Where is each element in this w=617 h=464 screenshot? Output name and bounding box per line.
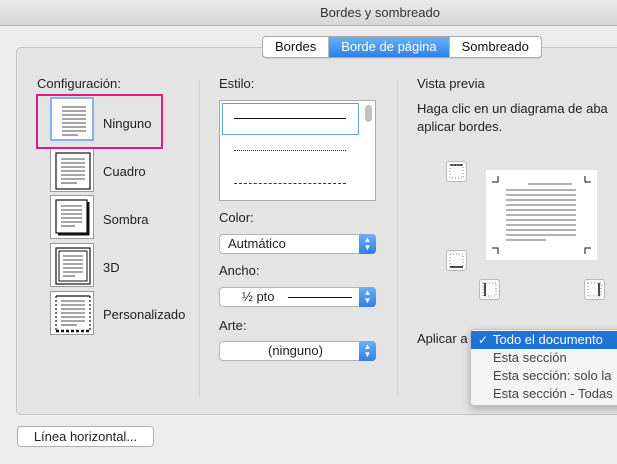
- width-value: ½ pto: [242, 289, 275, 304]
- selection-highlight: [36, 94, 163, 149]
- top-border-icon: [449, 164, 464, 179]
- width-line-sample: [288, 297, 352, 298]
- setting-personalizado[interactable]: [50, 291, 94, 335]
- preview-instructions-line2: aplicar bordes.: [417, 119, 503, 134]
- setting-label-sombra: Sombra: [103, 212, 149, 227]
- settings-heading: Configuración:: [37, 76, 121, 91]
- column-divider: [397, 80, 398, 396]
- page-shadow-border-icon: [55, 199, 90, 236]
- art-popup[interactable]: (ninguno) ▲ ▼: [219, 341, 376, 361]
- setting-sombra[interactable]: [50, 195, 94, 239]
- style-heading: Estilo:: [219, 76, 255, 91]
- right-border-icon: [587, 282, 602, 297]
- style-solid-line[interactable]: [234, 118, 346, 119]
- preview-page-drawing: [492, 176, 591, 254]
- setting-cuadro[interactable]: [50, 148, 94, 192]
- setting-label-personalizado: Personalizado: [103, 307, 186, 322]
- color-popup[interactable]: Autmático ▲ ▼: [219, 234, 376, 254]
- page-box-border-icon: [55, 152, 91, 190]
- tab-borde-de-pagina[interactable]: Borde de página: [328, 37, 449, 57]
- column-divider: [199, 80, 200, 396]
- width-label: Ancho:: [219, 263, 260, 278]
- style-scrollbar[interactable]: [364, 103, 373, 198]
- setting-label-cuadro: Cuadro: [103, 164, 146, 179]
- chevron-updown-icon: ▲ ▼: [359, 234, 376, 254]
- apply-option-esta-seccion[interactable]: Esta sección: [471, 349, 617, 367]
- apply-to-dropdown-menu[interactable]: ✓ Todo el documento Esta sección Esta se…: [470, 329, 617, 406]
- horizontal-line-button[interactable]: Línea horizontal...: [17, 426, 154, 447]
- setting-3d[interactable]: [50, 243, 94, 287]
- color-value: Autmático: [228, 236, 286, 251]
- apply-option-todo-el-documento[interactable]: ✓ Todo el documento: [471, 331, 617, 349]
- color-label: Color:: [219, 210, 254, 225]
- page-preview[interactable]: [486, 170, 597, 260]
- art-label: Arte:: [219, 318, 247, 333]
- chevron-updown-icon: ▲ ▼: [359, 341, 376, 361]
- style-selected-row[interactable]: [222, 103, 359, 135]
- width-popup[interactable]: ½ pto ▲ ▼: [219, 287, 376, 307]
- title-bar: Bordes y sombreado: [0, 0, 617, 26]
- preview-instructions-line1: Haga clic en un diagrama de aba: [417, 101, 608, 116]
- left-border-icon: [482, 282, 497, 297]
- top-border-button[interactable]: [446, 161, 467, 182]
- apply-option-esta-seccion-todas[interactable]: Esta sección - Todas: [471, 385, 617, 403]
- scroll-thumb[interactable]: [365, 105, 372, 122]
- style-list[interactable]: [219, 100, 376, 201]
- style-dotted-line[interactable]: [234, 150, 346, 151]
- bottom-border-button[interactable]: [446, 250, 467, 271]
- tab-bar: Bordes Borde de página Sombreado: [262, 36, 542, 58]
- apply-option-esta-seccion-solo[interactable]: Esta sección: solo la: [471, 367, 617, 385]
- bottom-border-icon: [449, 253, 464, 268]
- page-3d-border-icon: [55, 247, 91, 285]
- chevron-updown-icon: ▲ ▼: [359, 287, 376, 307]
- style-dashed-line[interactable]: [234, 183, 346, 184]
- art-value: (ninguno): [268, 343, 323, 358]
- tab-sombreado[interactable]: Sombreado: [448, 37, 541, 57]
- preview-heading: Vista previa: [417, 76, 485, 91]
- checkmark-icon: ✓: [478, 333, 489, 347]
- apply-option-label: Todo el documento: [493, 332, 603, 347]
- right-border-button[interactable]: [584, 279, 605, 300]
- apply-to-label: Aplicar a: [417, 331, 468, 346]
- setting-label-3d: 3D: [103, 260, 120, 275]
- window-title: Bordes y sombreado: [320, 5, 440, 20]
- page-custom-border-icon: [55, 295, 91, 333]
- left-border-button[interactable]: [479, 279, 500, 300]
- tab-bordes[interactable]: Bordes: [263, 37, 328, 57]
